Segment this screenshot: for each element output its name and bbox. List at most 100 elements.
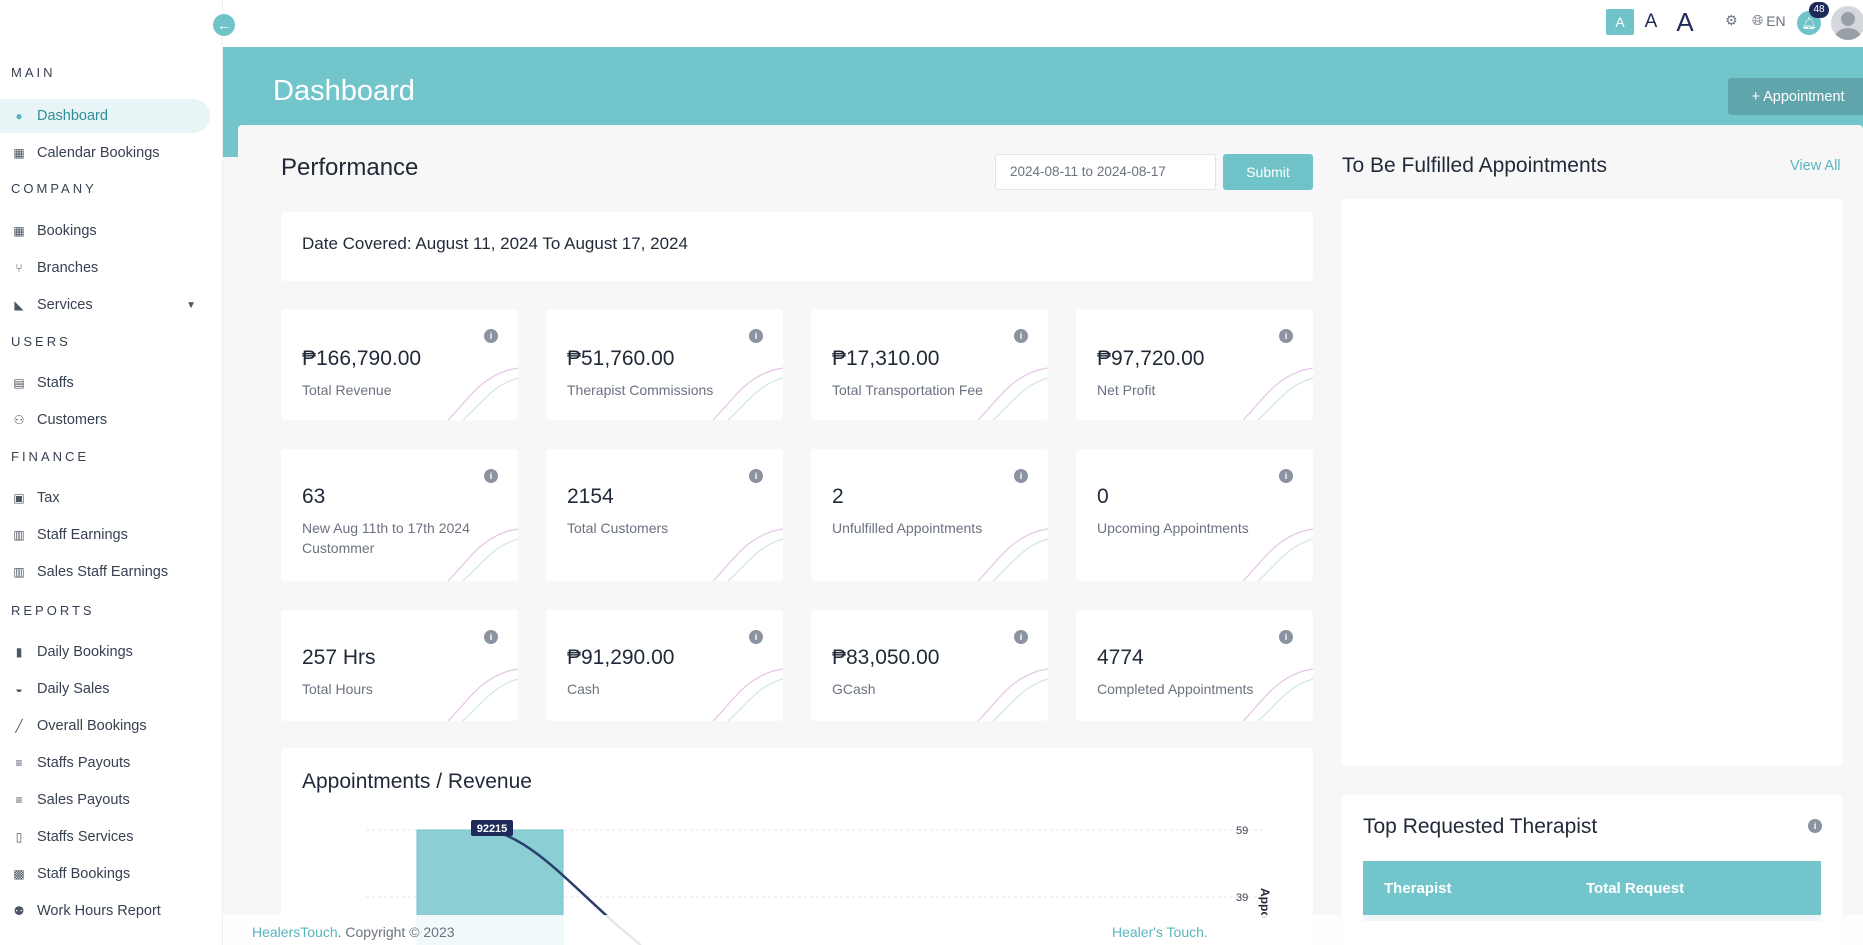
sidebar-item-daily-sales[interactable]: ◒ Daily Sales: [0, 672, 210, 706]
stat-value: ₱83,050.00: [832, 646, 940, 669]
stat-value: 2154: [567, 485, 614, 508]
user-avatar[interactable]: [1831, 6, 1863, 40]
info-icon[interactable]: i: [484, 469, 498, 483]
stat-value: ₱17,310.00: [832, 347, 940, 370]
theme-gear-icon[interactable]: ⚙: [1725, 12, 1738, 29]
notification-count-badge: 48: [1809, 2, 1829, 18]
id-card-icon: ▤: [13, 376, 25, 390]
info-icon[interactable]: i: [749, 630, 763, 644]
info-icon[interactable]: i: [484, 329, 498, 343]
page-title: Dashboard: [273, 75, 415, 107]
date-range-input[interactable]: 2024-08-11 to 2024-08-17: [995, 154, 1216, 190]
info-icon[interactable]: i: [1808, 819, 1822, 833]
sidebar-item-overall-bookings[interactable]: ╱ Overall Bookings: [0, 709, 210, 743]
sidebar-item-branches[interactable]: ⑂ Branches: [0, 251, 210, 285]
sidebar-item-staff-earnings[interactable]: ▥ Staff Earnings: [0, 518, 210, 552]
therapist-table-header: Therapist Total Request: [1363, 861, 1821, 921]
stat-card: i ₱83,050.00 GCash: [811, 610, 1048, 721]
decorative-wave: [977, 528, 1048, 581]
money-icon: ▥: [13, 565, 25, 579]
sidebar-item-label: Tax: [37, 490, 60, 506]
font-size-large-button[interactable]: A: [1670, 7, 1700, 37]
sidebar-item-label: Bookings: [37, 223, 97, 239]
stat-value: ₱91,290.00: [567, 646, 675, 669]
bar-chart-icon: ≡: [15, 756, 23, 770]
language-selector[interactable]: 🌐︎ EN: [1752, 12, 1786, 29]
stat-value: ₱51,760.00: [567, 347, 675, 370]
sidebar-item-staffs-services[interactable]: ▯ Staffs Services: [0, 820, 210, 854]
info-icon[interactable]: i: [484, 630, 498, 644]
sidebar-section-title: FINANCE: [11, 449, 90, 464]
decorative-wave: [1242, 668, 1313, 721]
sidebar-item-sales-staff-earnings[interactable]: ▥ Sales Staff Earnings: [0, 555, 210, 589]
stat-card: i ₱166,790.00 Total Revenue: [281, 309, 518, 420]
font-size-small-button[interactable]: A: [1606, 9, 1634, 35]
info-icon[interactable]: i: [749, 329, 763, 343]
sidebar-item-label: Sales Payouts: [37, 792, 130, 808]
sidebar-item-label: Staffs Services: [37, 829, 134, 845]
stat-card: i ₱17,310.00 Total Transportation Fee: [811, 309, 1048, 420]
footer-copyright: HealersTouch. Copyright © 2023: [252, 924, 455, 940]
spa-icon: ◣: [14, 298, 24, 312]
stat-card: i 4774 Completed Appointments: [1076, 610, 1313, 721]
performance-title: Performance: [281, 154, 419, 181]
sidebar-item-work-hours-report[interactable]: ⚉ Work Hours Report: [0, 894, 210, 928]
info-icon[interactable]: i: [1014, 469, 1028, 483]
decorative-wave: [712, 668, 783, 721]
decorative-wave: [977, 367, 1048, 420]
stat-card: i ₱97,720.00 Net Profit: [1076, 309, 1313, 420]
view-all-link[interactable]: View All: [1790, 158, 1841, 174]
stat-card: i 257 Hrs Total Hours: [281, 610, 518, 721]
sidebar-section-title: USERS: [11, 334, 71, 349]
sidebar-item-label: Staffs Payouts: [37, 755, 131, 771]
decorative-wave: [712, 367, 783, 420]
sidebar-item-dashboard[interactable]: ● Dashboard: [0, 99, 210, 133]
add-appointment-button[interactable]: + Appointment: [1728, 78, 1863, 115]
sidebar-item-daily-bookings[interactable]: ▮ Daily Bookings: [0, 635, 210, 669]
submit-button[interactable]: Submit: [1223, 154, 1313, 190]
font-size-medium-button[interactable]: A: [1640, 9, 1662, 35]
stat-value: ₱97,720.00: [1097, 347, 1205, 370]
info-icon[interactable]: i: [1014, 630, 1028, 644]
sidebar-item-staffs-payouts[interactable]: ≡ Staffs Payouts: [0, 746, 210, 780]
info-icon[interactable]: i: [1279, 469, 1293, 483]
info-icon[interactable]: i: [1279, 630, 1293, 644]
sidebar-item-customers[interactable]: ⚇ Customers: [0, 403, 210, 437]
decorative-wave: [1242, 528, 1313, 581]
sidebar-item-sales-payouts[interactable]: ≡ Sales Payouts: [0, 783, 210, 817]
sidebar-item-calendar-bookings[interactable]: ▦ Calendar Bookings: [0, 136, 210, 170]
sidebar-item-label: Sales Staff Earnings: [37, 564, 169, 580]
sidebar-item-staff-bookings[interactable]: ▩ Staff Bookings: [0, 857, 210, 891]
sidebar-section-title: MAIN: [11, 65, 56, 80]
info-icon[interactable]: i: [1279, 329, 1293, 343]
sidebar-section-title: REPORTS: [11, 603, 95, 618]
column-header-total-request: Total Request: [1586, 880, 1685, 897]
right-axis-tick: 59: [1236, 825, 1248, 837]
sidebar-item-bookings[interactable]: ▦ Bookings: [0, 214, 210, 248]
dashboard-icon: ●: [15, 109, 23, 123]
globe-icon: 🌐︎: [1752, 12, 1764, 28]
footer-brand-link[interactable]: HealersTouch: [252, 924, 338, 940]
stat-value: ₱166,790.00: [302, 347, 422, 370]
footer-copyright-text: . Copyright © 2023: [337, 924, 455, 940]
decorative-wave: [447, 668, 518, 721]
sidebar-item-label: Customers: [37, 412, 108, 428]
stat-value: 0: [1097, 485, 1109, 508]
decorative-wave: [447, 367, 518, 420]
date-covered-card: Date Covered: August 11, 2024 To August …: [281, 212, 1313, 281]
collapse-sidebar-button[interactable]: ←: [213, 14, 235, 36]
sidebar-item-label: Staff Bookings: [37, 866, 131, 882]
info-icon[interactable]: i: [1014, 329, 1028, 343]
sidebar-item-staffs[interactable]: ▤ Staffs: [0, 366, 210, 400]
footer-right-link[interactable]: Healer's Touch.: [1112, 924, 1208, 940]
info-icon[interactable]: i: [749, 469, 763, 483]
sidebar-item-label: Daily Sales: [37, 681, 110, 697]
sidebar-section-title: COMPANY: [11, 181, 97, 196]
clipboard-icon: ▯: [15, 830, 23, 844]
stat-value: 2: [832, 485, 844, 508]
sidebar-item-tax[interactable]: ▣ Tax: [0, 481, 210, 515]
sidebar-item-services[interactable]: ◣ Services ▼: [0, 288, 210, 322]
sidebar-item-label: Staff Earnings: [37, 527, 128, 543]
address-book-icon: ▩: [13, 867, 25, 881]
sidebar-item-label: Staffs: [37, 375, 74, 391]
